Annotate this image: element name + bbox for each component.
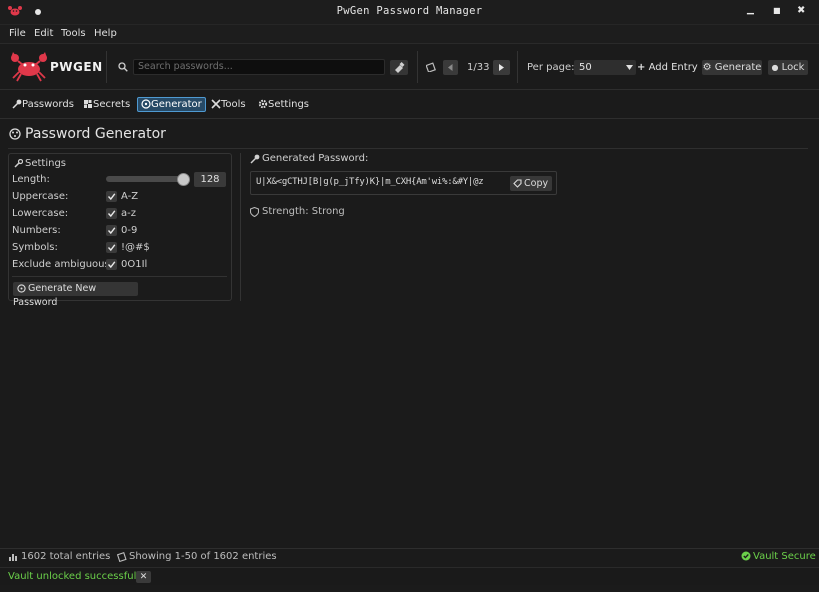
generated-password-value: U|X&<gCTHJ[B|g(p_jTfy)K}|m_CXH{Am'wi%:&#… xyxy=(256,177,484,187)
numbers-checkbox[interactable] xyxy=(106,225,117,236)
tag-icon xyxy=(513,179,522,188)
per-page-value: 50 xyxy=(579,62,592,73)
showing-entries: Showing 1-50 of 1602 entries xyxy=(129,551,277,562)
add-entry-button[interactable]: + Add Entry xyxy=(637,60,698,75)
settings-title: Settings xyxy=(25,158,67,169)
maximize-button[interactable]: ■ xyxy=(773,6,781,15)
lock-button[interactable]: ● Lock xyxy=(768,60,808,75)
plus-icon: + xyxy=(637,62,646,73)
option-value: 0-9 xyxy=(121,225,138,236)
close-notification-button[interactable]: ✕ xyxy=(136,571,151,583)
option-label: Symbols: xyxy=(12,242,58,253)
lock-icon: ● xyxy=(771,63,779,72)
add-entry-label: Add Entry xyxy=(648,62,698,73)
notification-message: Vault unlocked successfully xyxy=(8,571,146,582)
option-label: Exclude ambiguous: xyxy=(12,259,114,270)
option-label: Uppercase: xyxy=(12,191,69,202)
tab-secrets-label: Secrets xyxy=(93,99,131,110)
settings-divider xyxy=(12,276,227,277)
dice-icon: ⚙ xyxy=(702,62,712,73)
menu-file[interactable]: File xyxy=(9,28,26,39)
option-value: a-z xyxy=(121,208,136,219)
option-value: 0O1Il xyxy=(121,259,148,270)
generated-password-label: Generated Password: xyxy=(262,153,369,164)
option-label: Numbers: xyxy=(12,225,61,236)
toolbar-divider xyxy=(517,51,518,83)
panel-divider xyxy=(240,153,241,301)
search-input[interactable]: Search passwords... xyxy=(133,59,385,75)
tab-tools-label: Tools xyxy=(221,99,246,110)
chevron-down-icon xyxy=(626,65,633,70)
minimize-button[interactable]: ▁ xyxy=(747,5,754,15)
gear-icon xyxy=(258,99,268,109)
option-value: A-Z xyxy=(121,191,139,202)
generate-label: Generate xyxy=(714,62,762,73)
dice-icon xyxy=(9,128,21,140)
dice-icon xyxy=(141,99,151,109)
window-title: PwGen Password Manager xyxy=(336,5,483,17)
tools-icon xyxy=(211,99,221,109)
next-page-button[interactable] xyxy=(493,60,510,75)
toolbar-divider xyxy=(417,51,418,83)
generate-button[interactable]: ⚙ Generate xyxy=(702,60,762,75)
prev-page-button[interactable] xyxy=(443,60,458,75)
shield-icon xyxy=(250,207,259,217)
lowercase-checkbox[interactable] xyxy=(106,208,117,219)
menu-tools[interactable]: Tools xyxy=(61,28,86,39)
generate-new-password-button[interactable]: Generate New Password xyxy=(13,282,138,308)
check-shield-icon xyxy=(741,551,751,561)
total-entries: 1602 total entries xyxy=(21,551,111,562)
length-value[interactable]: 128 xyxy=(194,172,226,187)
copy-label: Copy xyxy=(524,178,549,189)
tab-passwords-label: Passwords xyxy=(22,99,74,110)
uppercase-checkbox[interactable] xyxy=(106,191,117,202)
exclude-ambiguous-checkbox[interactable] xyxy=(106,259,117,270)
symbols-checkbox[interactable] xyxy=(106,242,117,253)
tab-passwords[interactable]: Passwords xyxy=(10,97,76,112)
copy-button[interactable]: Copy xyxy=(510,176,552,191)
menu-bar xyxy=(0,25,819,44)
per-page-label: Per page: xyxy=(527,62,575,73)
secrets-icon xyxy=(83,99,93,109)
dice-icon xyxy=(17,284,26,293)
length-slider-handle[interactable] xyxy=(177,173,190,186)
lock-label: Lock xyxy=(781,62,805,73)
tab-generator-label: Generator xyxy=(151,99,202,110)
length-slider[interactable] xyxy=(106,176,183,182)
menu-edit[interactable]: Edit xyxy=(34,28,53,39)
tab-settings-label: Settings xyxy=(268,99,310,110)
option-value: !@#$ xyxy=(121,242,150,253)
tab-secrets[interactable]: Secrets xyxy=(81,97,132,112)
chart-icon xyxy=(8,552,18,562)
tab-generator[interactable]: Generator xyxy=(137,97,206,112)
brand-wordmark: PWGEN xyxy=(50,60,103,74)
toolbar-divider xyxy=(106,51,107,83)
menu-help[interactable]: Help xyxy=(94,28,117,39)
key-icon xyxy=(12,99,22,109)
key-icon xyxy=(250,154,260,164)
wrench-icon xyxy=(14,159,23,168)
per-page-select[interactable]: 50 xyxy=(574,60,636,75)
length-label: Length: xyxy=(12,174,50,185)
crab-logo-icon xyxy=(10,52,48,82)
tab-tools[interactable]: Tools xyxy=(209,97,248,112)
close-button[interactable]: ✖ xyxy=(797,5,805,16)
tab-settings[interactable]: Settings xyxy=(256,97,311,112)
page-indicator: 1/33 xyxy=(467,62,490,73)
option-label: Lowercase: xyxy=(12,208,69,219)
clear-search-button[interactable] xyxy=(390,60,408,75)
book-icon xyxy=(117,552,127,562)
vault-status: Vault Secure xyxy=(753,551,816,562)
search-icon xyxy=(118,62,128,72)
book-icon xyxy=(426,62,436,72)
page-title: Password Generator xyxy=(25,126,166,142)
heading-divider xyxy=(8,148,808,149)
strength-label: Strength: Strong xyxy=(262,206,345,217)
